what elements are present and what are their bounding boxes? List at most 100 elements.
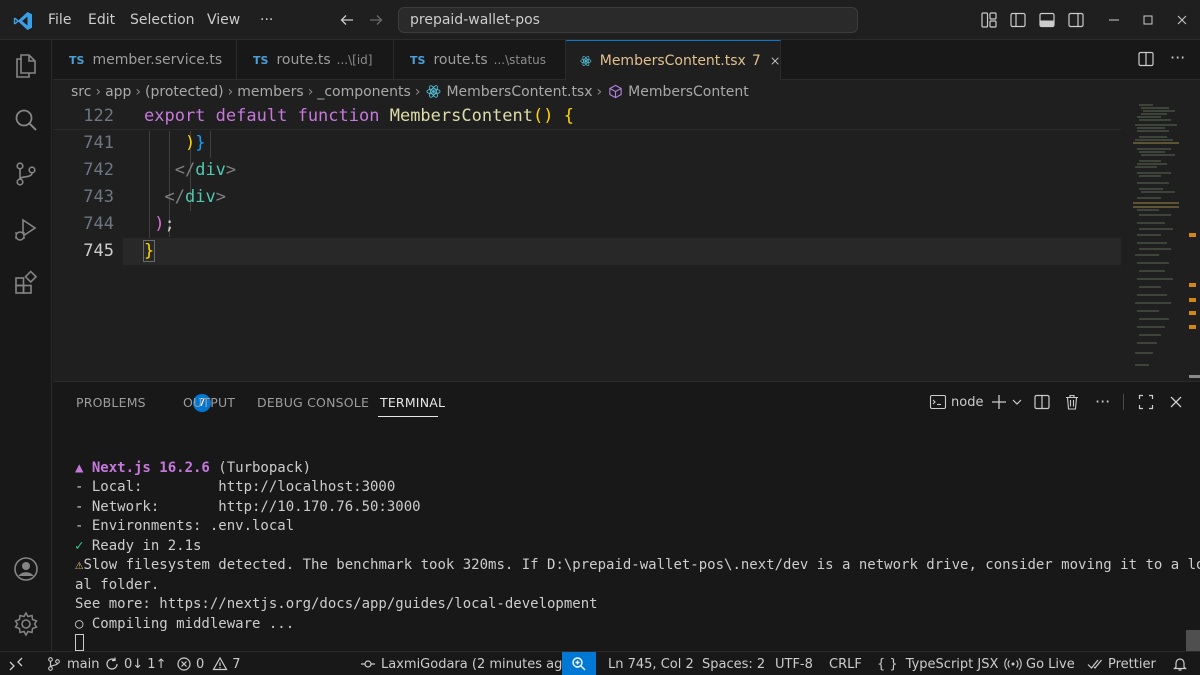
split-terminal-icon[interactable] [1033, 393, 1051, 411]
typescript-file-icon: TS [253, 53, 269, 67]
back-arrow-icon[interactable] [339, 12, 355, 28]
breadcrumb-item[interactable]: _components [317, 84, 411, 100]
menu-selection[interactable]: Selection [130, 0, 195, 40]
trash-icon[interactable] [1063, 393, 1081, 411]
remote-indicator[interactable] [8, 652, 24, 675]
customize-layout-icon[interactable] [980, 11, 998, 29]
tab-description: ...\status [493, 53, 547, 67]
close-window-icon[interactable] [1174, 12, 1190, 28]
go-live-label: Go Live [1026, 656, 1075, 672]
close-panel-icon[interactable] [1167, 393, 1185, 411]
command-center-label: prepaid-wallet-pos [410, 12, 540, 28]
end-of-line[interactable]: CRLF [829, 652, 862, 675]
divider [1123, 394, 1124, 410]
toggle-primary-sidebar-icon[interactable] [1009, 11, 1027, 29]
code-line: )} [184, 133, 206, 153]
terminal-scrollbar-thumb[interactable] [1186, 630, 1200, 652]
settings-gear-icon[interactable] [12, 610, 40, 638]
warning-marker [1189, 233, 1196, 237]
minimize-icon[interactable] [1106, 12, 1122, 28]
menu-more[interactable]: ··· [260, 0, 273, 40]
more-actions-icon[interactable]: ··· [1170, 48, 1185, 67]
warning-marker [1189, 325, 1196, 329]
code-editor[interactable]: 122 export default function MembersConte… [53, 103, 1200, 381]
code-line: ); [154, 214, 175, 234]
prettier-status[interactable]: Prettier [1087, 652, 1156, 675]
explorer-icon[interactable] [12, 52, 40, 80]
problems-indicator[interactable]: 0 7 [176, 652, 241, 675]
tab-members-content[interactable]: MembersContent.tsx 7 [566, 40, 781, 80]
status-bar: main 0↓ 1↑ 0 7 LaxmiGodara (2 minutes ag… [0, 651, 1200, 675]
warning-marker [1189, 311, 1196, 315]
encoding[interactable]: UTF-8 [775, 652, 813, 675]
minimap-preview [1133, 104, 1179, 366]
line-number: 744 [83, 214, 114, 234]
git-branch-icon [48, 657, 60, 671]
tab-label: route.ts [276, 52, 331, 68]
forward-arrow-icon[interactable] [368, 12, 384, 28]
broadcast-icon [1004, 658, 1022, 670]
code-line: </div> [174, 160, 237, 180]
toggle-panel-icon[interactable] [1038, 11, 1056, 29]
sync-indicator[interactable]: 0↓ 1↑ [104, 652, 166, 675]
close-tab-icon[interactable] [770, 54, 780, 68]
command-center[interactable]: prepaid-wallet-pos [398, 7, 858, 33]
toggle-secondary-sidebar-icon[interactable] [1067, 11, 1085, 29]
terminal-name[interactable]: node [951, 395, 983, 410]
breadcrumb-item[interactable]: members [237, 84, 303, 100]
search-icon[interactable] [12, 106, 40, 134]
tab-debug-console[interactable]: DEBUG CONSOLE [257, 395, 369, 410]
go-live-button[interactable]: Go Live [1004, 652, 1075, 675]
breadcrumb-item[interactable]: MembersContent [628, 84, 749, 100]
maximize-panel-icon[interactable] [1137, 393, 1155, 411]
sync-icon [106, 657, 118, 670]
new-terminal-icon[interactable] [990, 393, 1008, 411]
notifications-button[interactable] [1172, 652, 1188, 675]
terminal-cursor [75, 634, 84, 651]
typescript-file-icon: TS [410, 53, 426, 67]
more-actions-icon[interactable]: ··· [1095, 392, 1110, 411]
tab-label: member.service.ts [92, 52, 223, 68]
language-mode[interactable]: { } TypeScript JSX [877, 652, 998, 675]
tab-route-id[interactable]: TS route.ts ...\[id] [237, 40, 394, 80]
branch-indicator[interactable]: main [46, 652, 99, 675]
extensions-icon[interactable] [12, 269, 40, 297]
terminal-line: - Local: http://localhost:3000 [75, 479, 396, 495]
react-file-icon [426, 85, 441, 98]
split-editor-icon[interactable] [1137, 50, 1155, 68]
account-icon[interactable] [12, 555, 40, 583]
source-control-icon[interactable] [12, 160, 40, 188]
breadcrumb-item[interactable]: app [105, 84, 131, 100]
breadcrumb-item[interactable]: MembersContent.tsx [446, 84, 592, 100]
breadcrumb-item[interactable]: src [71, 84, 91, 100]
editor-scrollbar[interactable] [1189, 103, 1200, 381]
tab-output[interactable]: OUTPUT [183, 395, 235, 410]
tab-terminal[interactable]: TERMINAL [380, 395, 445, 410]
menu-view[interactable]: View [207, 0, 240, 40]
zoom-indicator[interactable] [562, 652, 596, 675]
terminal-line: - Environments: .env.local [75, 518, 295, 534]
tab-route-status[interactable]: TS route.ts ...\status [394, 40, 566, 80]
terminal-icon [929, 394, 947, 410]
activity-bar [0, 40, 52, 651]
branch-name: main [67, 656, 100, 672]
scrollbar-thumb[interactable] [1189, 375, 1200, 378]
breadcrumb-item[interactable]: (protected) [145, 84, 224, 100]
menu-edit[interactable]: Edit [88, 0, 115, 40]
tab-member-service[interactable]: TS member.service.ts [53, 40, 237, 80]
run-debug-icon[interactable] [12, 216, 40, 244]
cursor-position[interactable]: Ln 745, Col 2 [608, 652, 694, 675]
git-blame[interactable]: LaxmiGodara (2 minutes ago) [360, 652, 575, 675]
menu-file[interactable]: File [48, 0, 71, 40]
error-count: 0 [196, 656, 205, 672]
line-number: 741 [83, 133, 114, 153]
braces-icon: { } [877, 656, 898, 672]
indentation[interactable]: Spaces: 2 [702, 652, 765, 675]
restore-icon[interactable] [1140, 12, 1156, 28]
blame-text: LaxmiGodara (2 minutes ago) [381, 656, 576, 672]
zoom-in-icon [572, 657, 586, 671]
minimap[interactable] [1131, 103, 1189, 381]
indent-guide [210, 131, 211, 158]
chevron-down-icon[interactable] [1011, 396, 1023, 408]
tab-problems[interactable]: PROBLEMS [76, 395, 146, 410]
